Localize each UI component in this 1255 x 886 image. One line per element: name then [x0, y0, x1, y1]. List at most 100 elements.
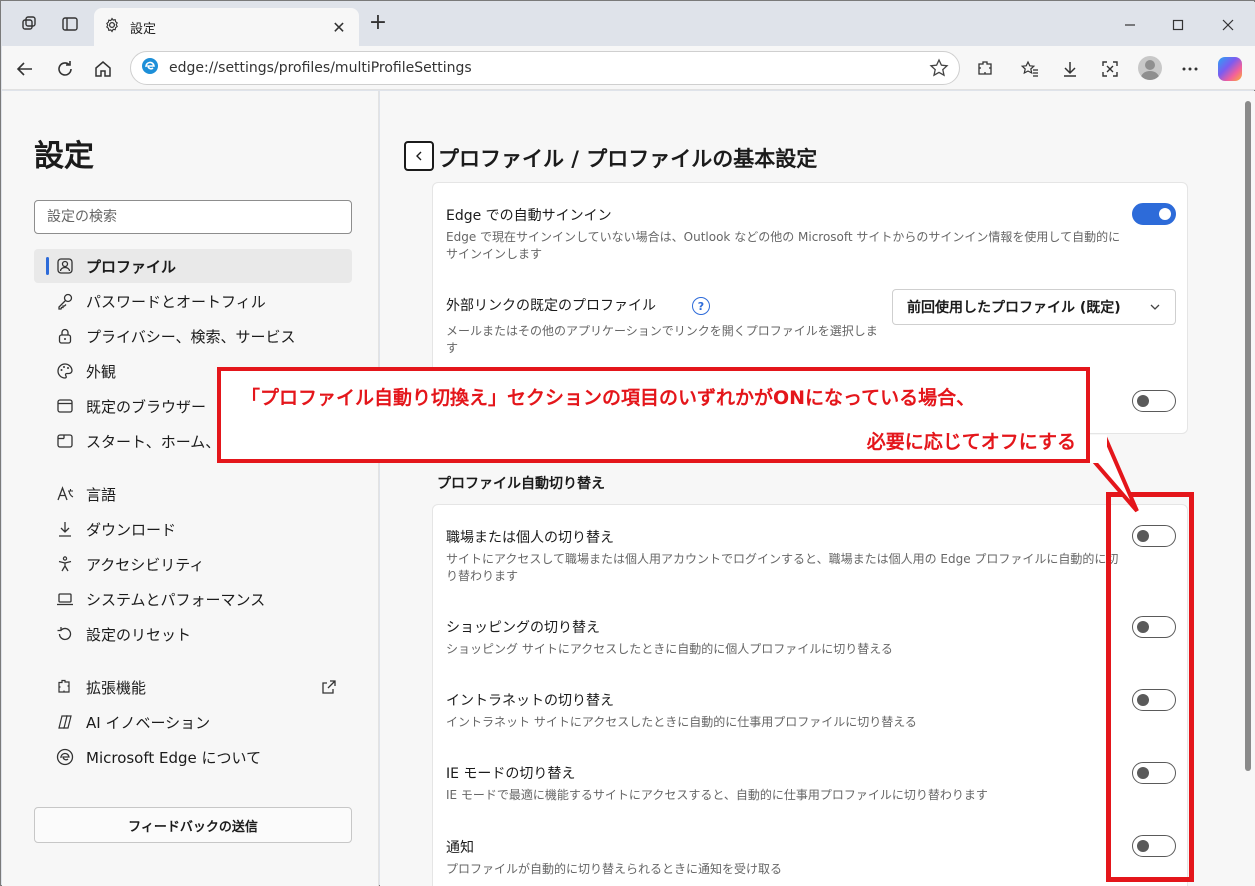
- content-scrollbar[interactable]: [1241, 91, 1255, 886]
- page-title: プロファイル / プロファイルの基本設定: [438, 147, 818, 171]
- send-feedback-button[interactable]: フィードバックの送信: [34, 807, 352, 843]
- annotation-callout: 「プロファイル自動り切換え」セクションの項目のいずれかがONになっている場合、 …: [217, 367, 1090, 463]
- sidebar-item-about[interactable]: Microsoft Edge について: [34, 740, 352, 774]
- close-tab-icon[interactable]: ✕: [329, 17, 349, 37]
- puzzle-icon: [56, 678, 74, 696]
- favorite-star-icon[interactable]: [929, 58, 949, 78]
- external-link-title: 外部リンクの既定のプロファイル: [446, 298, 656, 314]
- tab-actions-icon[interactable]: [58, 12, 82, 36]
- annotation-text-line1: 「プロファイル自動り切換え」セクションの項目のいずれかがONになっている場合、: [241, 387, 976, 409]
- sidebar-item-label: システムとパフォーマンス: [86, 590, 266, 609]
- shopping-switch-desc: ショッピング サイトにアクセスしたときに自動的に個人プロファイルに切り替える: [446, 642, 893, 656]
- copilot-icon[interactable]: [1218, 57, 1242, 81]
- intranet-switch-title: イントラネットの切り替え: [446, 693, 614, 709]
- extensions-icon[interactable]: [974, 57, 998, 81]
- downloads-icon[interactable]: [1058, 57, 1082, 81]
- favorites-icon[interactable]: [1018, 57, 1042, 81]
- tab-settings[interactable]: 設定 ✕: [94, 8, 359, 46]
- chevron-down-icon: [1149, 301, 1161, 313]
- auto-switch-card: 職場または個人の切り替え サイトにアクセスして職場または個人用アカウントでログイ…: [432, 504, 1188, 886]
- url-text: edge://settings/profiles/multiProfileSet…: [169, 60, 472, 76]
- sidebar-item-languages[interactable]: 言語: [34, 477, 352, 511]
- sidebar-item-label: 既定のブラウザー: [86, 397, 207, 416]
- language-icon: [56, 485, 74, 503]
- browser-window-icon: [56, 397, 74, 415]
- profile-icon: [56, 257, 74, 275]
- toolbar: edge://settings/profiles/multiProfileSet…: [2, 46, 1255, 90]
- sidebar-item-privacy[interactable]: プライバシー、検索、サービス: [34, 319, 352, 353]
- shopping-switch-title: ショッピングの切り替え: [446, 620, 600, 636]
- ai-icon: [56, 713, 74, 731]
- ie-mode-switch-desc: IE モードで最適に機能するサイトにアクセスすると、自動的に仕事用プロファイルに…: [446, 788, 988, 802]
- sidebar-item-system[interactable]: システムとパフォーマンス: [34, 582, 352, 616]
- address-bar[interactable]: edge://settings/profiles/multiProfileSet…: [130, 51, 960, 85]
- settings-title: 設定: [34, 139, 94, 174]
- notification-title: 通知: [446, 840, 474, 856]
- sidebar-item-label: パスワードとオートフィル: [86, 292, 266, 311]
- settings-search-input[interactable]: [34, 200, 352, 234]
- sidebar-item-label: プライバシー、検索、サービス: [86, 327, 296, 346]
- download-icon: [56, 520, 74, 538]
- chevron-left-icon: [413, 147, 425, 166]
- ie-mode-switch-title: IE モードの切り替え: [446, 766, 576, 782]
- palette-icon: [56, 362, 74, 380]
- sidebar-item-label: スタート、ホーム、: [86, 432, 221, 451]
- work-personal-switch-desc: サイトにアクセスして職場または個人用アカウントでログインすると、職場または個人用…: [446, 552, 1119, 583]
- sidebar-item-label: 設定のリセット: [86, 625, 192, 644]
- tab-title: 設定: [130, 21, 157, 37]
- tab-strip: 設定 ✕ +: [2, 2, 1255, 46]
- workspaces-icon[interactable]: [18, 12, 42, 36]
- sidebar-item-ai-innovation[interactable]: AI イノベーション: [34, 705, 352, 739]
- sidebar-item-label: アクセシビリティ: [86, 555, 205, 574]
- third-setting-toggle[interactable]: [1132, 390, 1176, 412]
- settings-sidebar: 設定 プロファイル パスワードとオートフィル プライバシー、検索、サービス 外観…: [2, 91, 379, 886]
- sidebar-item-passwords[interactable]: パスワードとオートフィル: [34, 284, 352, 318]
- sidebar-item-extensions[interactable]: 拡張機能: [34, 670, 352, 704]
- sidebar-item-label: プロファイル: [86, 257, 177, 276]
- select-value: 前回使用したプロファイル (既定): [907, 300, 1121, 316]
- back-button[interactable]: [404, 141, 434, 171]
- scrollbar-thumb[interactable]: [1245, 101, 1251, 771]
- sidebar-item-reset[interactable]: 設定のリセット: [34, 617, 352, 651]
- external-link-profile-select[interactable]: 前回使用したプロファイル (既定): [892, 289, 1176, 325]
- minimize-icon[interactable]: [1107, 10, 1153, 40]
- reset-icon: [56, 625, 74, 643]
- sidebar-item-label: AI イノベーション: [86, 713, 211, 732]
- sidebar-item-label: 外観: [86, 362, 117, 381]
- laptop-icon: [56, 590, 74, 608]
- annotation-text-line2: 必要に応じてオフにする: [866, 431, 1076, 453]
- home-window-icon: [56, 432, 74, 450]
- edge-logo-icon: [141, 57, 159, 79]
- browser-window: 設定 ✕ + edge://settings/profiles/multiPro…: [0, 0, 1255, 886]
- profile-avatar[interactable]: [1138, 56, 1162, 80]
- key-icon: [56, 292, 74, 310]
- new-tab-icon[interactable]: +: [366, 12, 390, 36]
- accessibility-icon: [56, 555, 74, 573]
- maximize-icon[interactable]: [1155, 10, 1201, 40]
- external-link-desc: メールまたはその他のアプリケーションでリンクを開くプロファイルを選択します: [446, 324, 878, 355]
- refresh-icon[interactable]: [52, 56, 78, 82]
- intranet-switch-desc: イントラネット サイトにアクセスしたときに自動的に仕事用プロファイルに切り替える: [446, 715, 917, 729]
- sidebar-item-label: ダウンロード: [86, 520, 177, 539]
- sidebar-item-downloads[interactable]: ダウンロード: [34, 512, 352, 546]
- annotation-highlight-box: [1106, 492, 1194, 882]
- notification-desc: プロファイルが自動的に切り替えられるときに通知を受け取る: [446, 862, 783, 876]
- auto-signin-desc: Edge で現在サインインしていない場合は、Outlook などの他の Micr…: [446, 230, 1121, 261]
- back-arrow-icon[interactable]: [12, 56, 38, 82]
- close-window-icon[interactable]: [1205, 10, 1251, 40]
- help-question-icon[interactable]: ?: [692, 297, 710, 315]
- sidebar-item-profiles[interactable]: プロファイル: [34, 249, 352, 283]
- more-menu-icon[interactable]: [1178, 57, 1202, 81]
- gear-icon: [104, 17, 120, 37]
- work-personal-switch-title: 職場または個人の切り替え: [446, 530, 614, 546]
- lock-icon: [56, 327, 74, 345]
- home-icon[interactable]: [90, 56, 116, 82]
- auto-signin-toggle[interactable]: [1132, 203, 1176, 225]
- sidebar-item-label: 拡張機能: [86, 678, 147, 697]
- sidebar-item-accessibility[interactable]: アクセシビリティ: [34, 547, 352, 581]
- sidebar-item-label: Microsoft Edge について: [86, 748, 262, 767]
- external-link-icon[interactable]: [320, 678, 338, 696]
- edge-logo-icon: [56, 748, 74, 766]
- section-title-auto-switch: プロファイル自動切り替え: [437, 476, 605, 492]
- screenshot-icon[interactable]: [1098, 57, 1122, 81]
